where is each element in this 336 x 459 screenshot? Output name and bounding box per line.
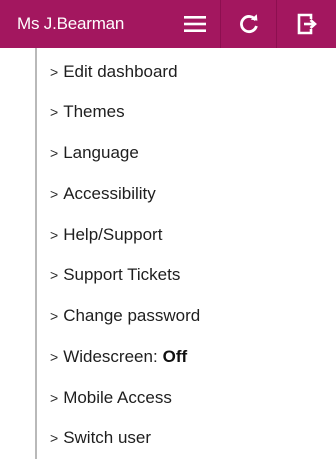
menu-item-language[interactable]: > Language [50, 138, 310, 168]
menu-item-edit-dashboard[interactable]: > Edit dashboard [50, 57, 310, 87]
chevron-right-icon: > [50, 227, 59, 243]
chevron-right-icon: > [50, 308, 59, 324]
logout-button[interactable] [276, 0, 336, 48]
menu-item-widescreen[interactable]: > Widescreen: Off [50, 342, 310, 372]
chevron-right-icon: > [50, 145, 59, 161]
menu-item-switch-user[interactable]: > Switch user [50, 423, 310, 453]
menu-item-label: Themes [63, 102, 125, 121]
menu-item-change-password[interactable]: > Change password [50, 301, 310, 331]
menu-item-label: Change password [63, 306, 201, 325]
chevron-right-icon: > [50, 390, 59, 406]
menu-divider [35, 48, 37, 459]
menu-item-support-tickets[interactable]: > Support Tickets [50, 260, 310, 290]
chevron-right-icon: > [50, 64, 59, 80]
menu-item-label: Edit dashboard [63, 62, 178, 81]
top-bar: Ms J.Bearman [0, 0, 336, 48]
menu-icon [184, 16, 206, 32]
logout-icon [297, 13, 317, 35]
user-name[interactable]: Ms J.Bearman [0, 0, 170, 48]
menu-item-label: Widescreen: [63, 347, 158, 366]
chevron-right-icon: > [50, 349, 59, 365]
menu-item-accessibility[interactable]: > Accessibility [50, 179, 310, 209]
widescreen-state: Off [162, 347, 188, 366]
menu-item-help-support[interactable]: > Help/Support [50, 220, 310, 250]
chevron-right-icon: > [50, 267, 59, 283]
settings-menu: > Edit dashboard > Themes > Language > A… [0, 48, 336, 459]
menu-item-label: Help/Support [63, 225, 163, 244]
menu-button[interactable] [170, 0, 220, 48]
menu-item-label: Support Tickets [63, 265, 181, 284]
menu-item-mobile-access[interactable]: > Mobile Access [50, 383, 310, 413]
menu-item-label: Switch user [63, 428, 152, 447]
menu-item-label: Accessibility [63, 184, 156, 203]
refresh-icon [239, 14, 258, 33]
menu-item-label: Language [63, 143, 139, 162]
menu-item-themes[interactable]: > Themes [50, 97, 310, 127]
chevron-right-icon: > [50, 430, 59, 446]
refresh-button[interactable] [220, 0, 276, 48]
menu-item-label: Mobile Access [63, 388, 172, 407]
chevron-right-icon: > [50, 186, 59, 202]
chevron-right-icon: > [50, 104, 59, 120]
